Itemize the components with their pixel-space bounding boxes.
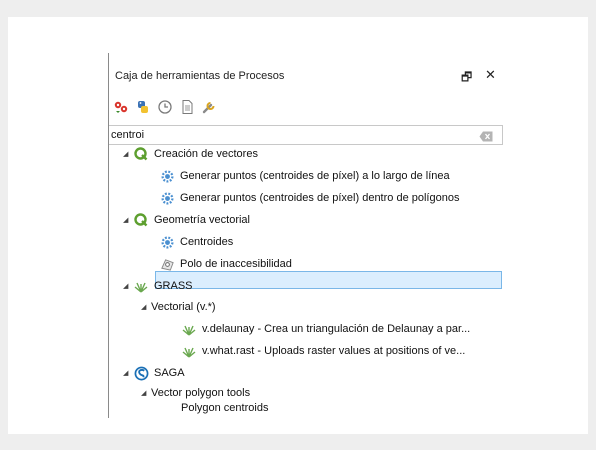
toolbox-toolbar (113, 97, 217, 117)
panel-title: Caja de herramientas de Procesos (115, 70, 285, 82)
tree-group-saga[interactable]: ◢ SAGA (123, 364, 185, 382)
tree-item-label: v.delaunay - Crea un triangulación de De… (202, 323, 471, 335)
python-scripts-icon[interactable] (135, 99, 151, 115)
gear-icon (159, 168, 175, 184)
qgis-icon (133, 212, 149, 228)
search-bar (109, 125, 503, 145)
grass-icon (181, 343, 197, 359)
expand-arrow-icon[interactable]: ◢ (123, 216, 133, 224)
background-card: Caja de herramientas de Procesos 🗗 ✕ cen… (8, 17, 588, 434)
grass-icon (133, 278, 149, 294)
expand-arrow-icon[interactable]: ◢ (141, 303, 151, 311)
expand-arrow-icon[interactable]: ◢ (123, 282, 133, 290)
polygon-pin-icon (159, 256, 175, 272)
history-icon[interactable] (157, 99, 173, 115)
tree-item-puntos-poligonos[interactable]: Generar puntos (centroides de píxel) den… (159, 189, 459, 207)
tree-item-centroides[interactable]: Centroides (159, 233, 233, 251)
tree-item-whatrast[interactable]: v.what.rast - Uploads raster values at p… (181, 342, 465, 360)
tree-item-label: v.what.rast - Uploads raster values at p… (202, 345, 466, 357)
close-panel-icon[interactable]: ✕ (485, 67, 496, 83)
results-icon[interactable] (179, 99, 195, 115)
tree-item-polo[interactable]: Polo de inaccesibilidad (159, 255, 292, 273)
float-panel-icon[interactable]: 🗗 (461, 68, 472, 89)
tree-item-polygon-centroids[interactable]: Polygon centroids (181, 399, 268, 417)
options-icon[interactable] (201, 99, 217, 115)
gear-icon (159, 234, 175, 250)
tree-group-label: SAGA (154, 367, 185, 379)
saga-icon (133, 365, 149, 381)
tree-group-geometria[interactable]: ◢ Geometría vectorial (123, 211, 250, 229)
expand-arrow-icon[interactable]: ◢ (123, 150, 133, 158)
grass-icon (181, 321, 197, 337)
tree-subgroup-label: Vector polygon tools (151, 387, 251, 399)
tree-item-label: Generar puntos (centroides de píxel) den… (180, 192, 460, 204)
models-icon[interactable] (113, 99, 129, 115)
tree-group-label: Creación de vectores (154, 148, 258, 160)
search-input[interactable] (111, 127, 451, 142)
panel-titlebar: Caja de herramientas de Procesos 🗗 ✕ (109, 67, 504, 85)
tree-subgroup-vectorial[interactable]: ◢ Vectorial (v.*) (141, 298, 216, 316)
expand-arrow-icon[interactable]: ◢ (141, 389, 151, 397)
tree-group-creacion[interactable]: ◢ Creación de vectores (123, 145, 258, 163)
selection-highlight (155, 271, 502, 289)
tree-group-label: GRASS (154, 280, 193, 292)
tree-group-label: Geometría vectorial (154, 214, 250, 226)
tree-group-grass[interactable]: ◢ GRASS (123, 277, 193, 295)
tree-item-label: Centroides (180, 236, 234, 248)
expand-arrow-icon[interactable]: ◢ (123, 369, 133, 377)
tree-item-label: Generar puntos (centroides de píxel) a l… (180, 170, 450, 182)
tree-item-label: Polygon centroids (181, 402, 269, 414)
clear-search-icon[interactable] (479, 129, 493, 147)
tree-item-puntos-linea[interactable]: Generar puntos (centroides de píxel) a l… (159, 167, 450, 185)
tree-item-label: Polo de inaccesibilidad (180, 258, 292, 270)
processing-toolbox-panel: Caja de herramientas de Procesos 🗗 ✕ cen… (108, 53, 504, 418)
gear-icon (159, 190, 175, 206)
tree-item-delaunay[interactable]: v.delaunay - Crea un triangulación de De… (181, 320, 470, 338)
tree-subgroup-label: Vectorial (v.*) (151, 301, 216, 313)
qgis-icon (133, 146, 149, 162)
